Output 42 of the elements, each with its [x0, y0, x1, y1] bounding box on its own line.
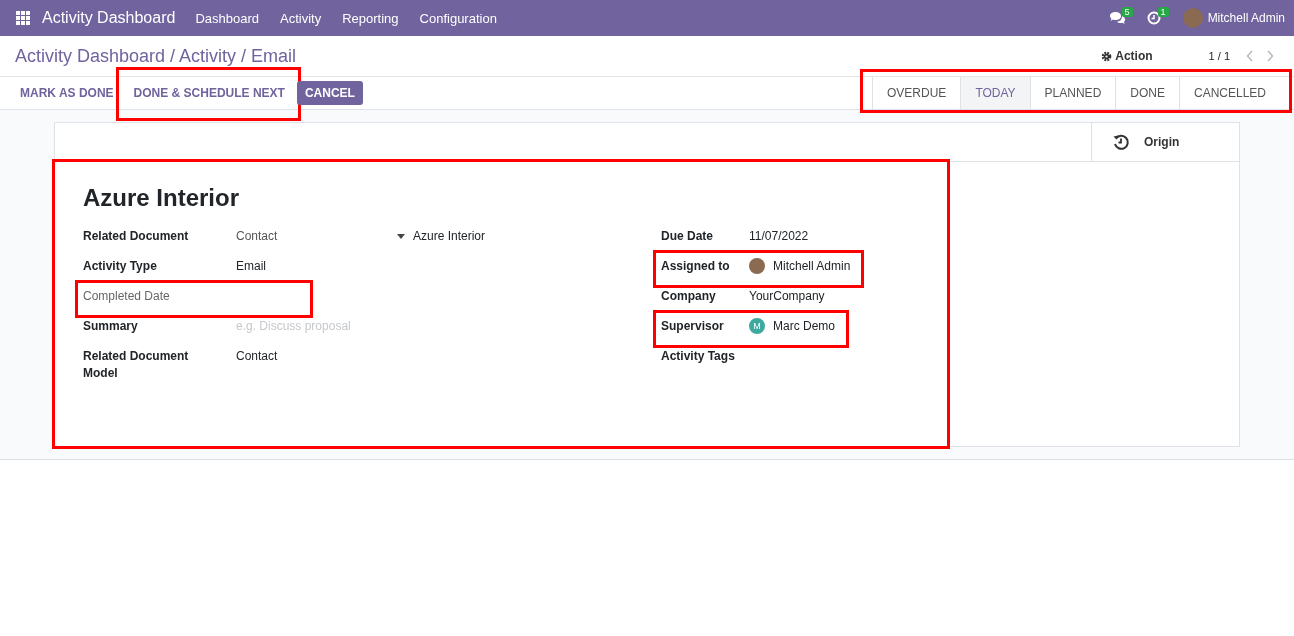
chat-icon[interactable] [1108, 11, 1125, 25]
history-icon [1112, 133, 1130, 151]
field-value[interactable]: Contact [236, 228, 397, 245]
action-menu-button[interactable]: Action [1095, 48, 1159, 64]
user-avatar: M [749, 318, 765, 334]
menu-item[interactable]: Dashboard [195, 10, 259, 26]
field-value[interactable]: Azure Interior [413, 228, 486, 245]
form-button[interactable]: DONE & SCHEDULE NEXT [125, 81, 293, 105]
field-label: Due Date [661, 228, 714, 245]
form-button[interactable]: CANCEL [296, 81, 363, 105]
status-stage[interactable]: TODAY [960, 77, 1030, 109]
field-label: Completed Date [83, 288, 171, 305]
field-label: Related Document [83, 228, 190, 245]
field-label: Supervisor [661, 318, 725, 335]
dropdown-caret-icon[interactable] [397, 234, 405, 239]
pager-counter: 1 / 1 [1208, 50, 1230, 62]
message-count-badge: 5 [1121, 7, 1133, 17]
form-button[interactable]: MARK AS DONE [12, 81, 122, 105]
field-label: Related Document Model [83, 348, 190, 382]
menu-item[interactable]: Reporting [342, 10, 399, 26]
user-avatar [749, 258, 765, 274]
menu-item[interactable]: Activity [280, 10, 322, 26]
field-label: Company [661, 288, 717, 305]
field-label: Activity Tags [661, 348, 736, 365]
field-value: Contact [236, 348, 278, 365]
field-value: Marc Demo [773, 318, 835, 335]
clock-icon[interactable] [1146, 11, 1161, 25]
menu-item[interactable]: Configuration [419, 10, 497, 26]
app-name[interactable]: Activity Dashboard [42, 9, 176, 27]
user-name[interactable]: Mitchell Admin [1207, 11, 1285, 25]
field-value: 11/07/2022 [749, 228, 809, 245]
gear-icon [1101, 50, 1113, 62]
field-value: Email [236, 258, 266, 275]
activity-count-badge: 1 [1157, 7, 1169, 17]
field-label: Summary [83, 318, 139, 335]
field-label: Activity Type [83, 258, 158, 275]
record-title: Azure Interior [83, 184, 241, 212]
field-value: Mitchell Admin [773, 258, 851, 275]
field-value: YourCompany [749, 288, 825, 305]
breadcrumb: Activity Dashboard / Activity / Email [15, 45, 297, 67]
apps-menu-icon[interactable] [16, 11, 30, 25]
field-label: Assigned to [661, 258, 731, 275]
